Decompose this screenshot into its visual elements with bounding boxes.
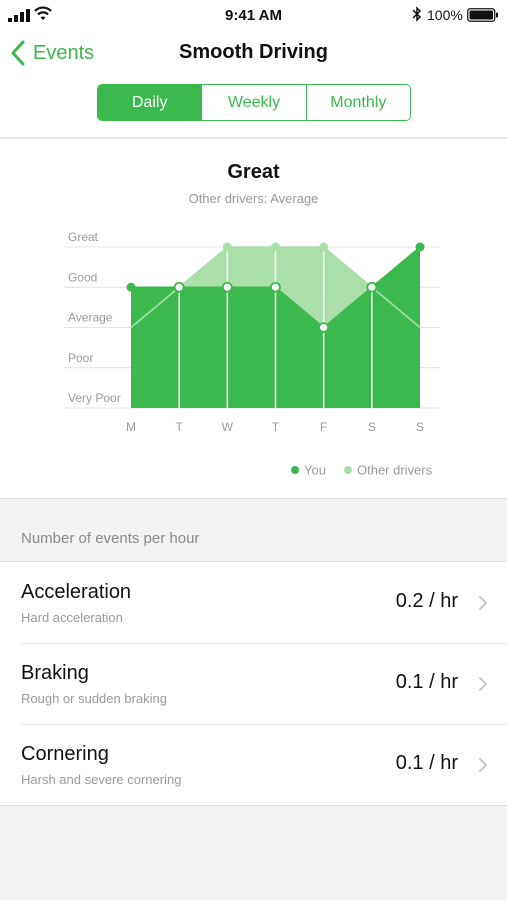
chevron-right-icon	[479, 677, 487, 691]
segment-monthly[interactable]: Monthly	[305, 85, 410, 120]
event-title: Braking	[21, 662, 89, 684]
chevron-right-icon	[479, 758, 487, 772]
event-rate: 0.2 / hr	[395, 590, 458, 612]
x-tick-label: M	[126, 420, 136, 434]
legend-marker-other-drivers	[344, 466, 352, 474]
event-row-acceleration[interactable]: Acceleration Hard acceleration 0.2 / hr	[0, 562, 507, 643]
y-level-label: Good	[68, 270, 97, 284]
event-row-cornering[interactable]: Cornering Harsh and severe cornering 0.1…	[0, 724, 507, 805]
point-other-drivers	[319, 242, 329, 252]
segment-daily[interactable]: Daily	[98, 85, 202, 120]
event-title: Cornering	[21, 743, 109, 765]
point-you	[270, 281, 281, 293]
driving-score-card: Great Other drivers: Average Very Poor Po…	[0, 139, 507, 499]
page-title: Smooth Driving	[179, 41, 328, 63]
x-tick-label: S	[368, 420, 376, 434]
driving-score-chart: Very Poor Poor Average Good Great M T W T F S S You O…	[64, 230, 440, 478]
period-segmented-control: Daily Weekly Monthly	[97, 84, 411, 121]
x-tick-label: W	[222, 420, 234, 434]
point-other-drivers	[271, 242, 280, 252]
x-tick-label: T	[272, 420, 280, 434]
chevron-right-icon	[479, 596, 487, 610]
legend-label-other-drivers: Other drivers	[357, 463, 433, 478]
event-rate: 0.1 / hr	[395, 752, 458, 774]
battery-icon	[467, 8, 498, 22]
point-you	[126, 282, 136, 292]
point-you	[415, 242, 425, 252]
status-bar: 9:41 AM 100%	[0, 0, 507, 32]
event-title: Acceleration	[21, 581, 132, 603]
point-you	[318, 322, 330, 333]
legend-marker-you	[291, 466, 299, 474]
y-level-label: Great	[68, 230, 99, 244]
bluetooth-icon	[412, 6, 422, 22]
point-other-drivers	[222, 242, 232, 252]
y-level-label: Average	[68, 311, 113, 325]
segment-weekly[interactable]: Weekly	[201, 85, 306, 120]
navigation-bar: Events Smooth Driving Daily Weekly Month…	[0, 32, 507, 138]
event-subtitle: Rough or sudden braking	[21, 691, 167, 706]
y-level-label: Very Poor	[68, 391, 121, 405]
event-rate: 0.1 / hr	[395, 671, 458, 693]
x-tick-label: F	[320, 420, 327, 434]
point-you	[221, 281, 233, 293]
event-subtitle: Harsh and severe cornering	[21, 772, 182, 787]
point-you	[173, 281, 185, 293]
legend-label-you: You	[304, 463, 326, 478]
x-tick-label: S	[416, 420, 424, 434]
y-level-label: Poor	[68, 351, 93, 365]
event-subtitle: Hard acceleration	[21, 610, 123, 625]
section-header: Number of events per hour	[21, 530, 200, 547]
point-you	[366, 281, 378, 293]
x-tick-label: T	[175, 420, 183, 434]
events-list: Acceleration Hard acceleration 0.2 / hr …	[0, 561, 507, 806]
battery-percent: 100%	[427, 7, 463, 23]
event-row-braking[interactable]: Braking Rough or sudden braking 0.1 / hr	[0, 643, 507, 724]
